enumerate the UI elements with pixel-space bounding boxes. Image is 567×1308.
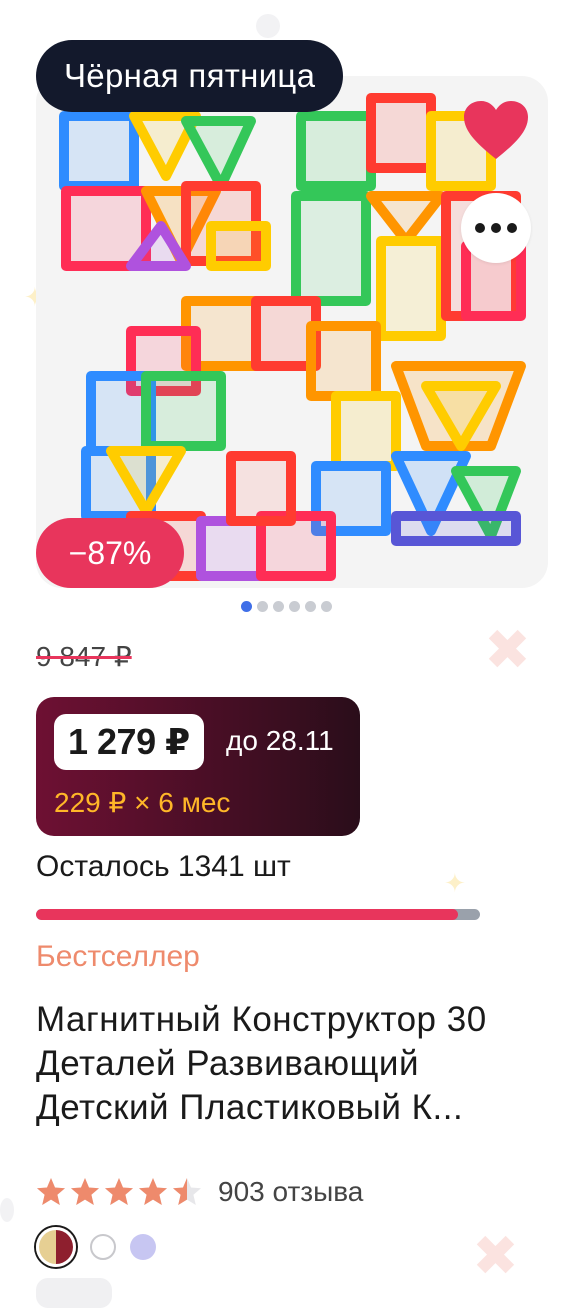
price-box[interactable]: 1 279 ₽ до 28.11 229 ₽ × 6 мес xyxy=(36,697,360,836)
rating[interactable]: 903 отзыва xyxy=(36,1176,363,1208)
color-swatch[interactable] xyxy=(90,1234,116,1260)
star-icon xyxy=(139,1178,167,1205)
pager-dot[interactable] xyxy=(305,601,316,612)
star-icon xyxy=(173,1178,201,1205)
pager-dot-active[interactable] xyxy=(241,601,252,612)
stock-progress-fill xyxy=(36,909,458,920)
old-price: 9 847 ₽ xyxy=(36,641,132,672)
installment-price: 229 ₽ × 6 мес xyxy=(54,787,231,818)
color-swatches[interactable] xyxy=(36,1227,156,1267)
stock-remaining: Осталось 1341 шт xyxy=(36,850,291,883)
current-price: 1 279 ₽ xyxy=(54,714,204,770)
image-pager[interactable] xyxy=(241,601,332,612)
background-dot xyxy=(256,14,280,38)
bottom-chip[interactable] xyxy=(36,1278,112,1308)
bestseller-badge: Бестселлер xyxy=(36,940,200,973)
background-cross-icon: ✖ xyxy=(484,618,531,681)
price-valid-until: до 28.11 xyxy=(226,725,334,756)
review-count[interactable]: 903 отзыва xyxy=(218,1176,363,1208)
star-icon xyxy=(71,1178,99,1205)
star-icon xyxy=(37,1178,65,1205)
rating-stars xyxy=(36,1177,202,1207)
discount-label: −87% xyxy=(68,534,152,571)
more-dots-icon xyxy=(507,223,517,233)
color-swatch[interactable] xyxy=(130,1234,156,1260)
more-options-button[interactable] xyxy=(461,193,531,263)
more-dots-icon xyxy=(491,223,501,233)
background-cross-icon: ✖ xyxy=(472,1224,519,1287)
background-sparkle-icon: ✦ xyxy=(444,868,466,898)
pager-dot[interactable] xyxy=(289,601,300,612)
black-friday-badge: Чёрная пятница xyxy=(36,40,344,112)
color-swatch-selected[interactable] xyxy=(36,1227,76,1267)
heart-icon xyxy=(464,101,528,159)
more-dots-icon xyxy=(475,223,485,233)
stock-progress-bar xyxy=(36,909,480,920)
pager-dot[interactable] xyxy=(257,601,268,612)
star-icon xyxy=(105,1178,133,1205)
favorite-button[interactable] xyxy=(460,94,532,166)
pager-dot[interactable] xyxy=(321,601,332,612)
pager-dot[interactable] xyxy=(273,601,284,612)
black-friday-label: Чёрная пятница xyxy=(64,57,316,94)
background-dot xyxy=(0,1198,14,1222)
product-title[interactable]: Магнитный Конструктор 30 Деталей Развива… xyxy=(36,998,536,1130)
discount-badge: −87% xyxy=(36,518,184,588)
